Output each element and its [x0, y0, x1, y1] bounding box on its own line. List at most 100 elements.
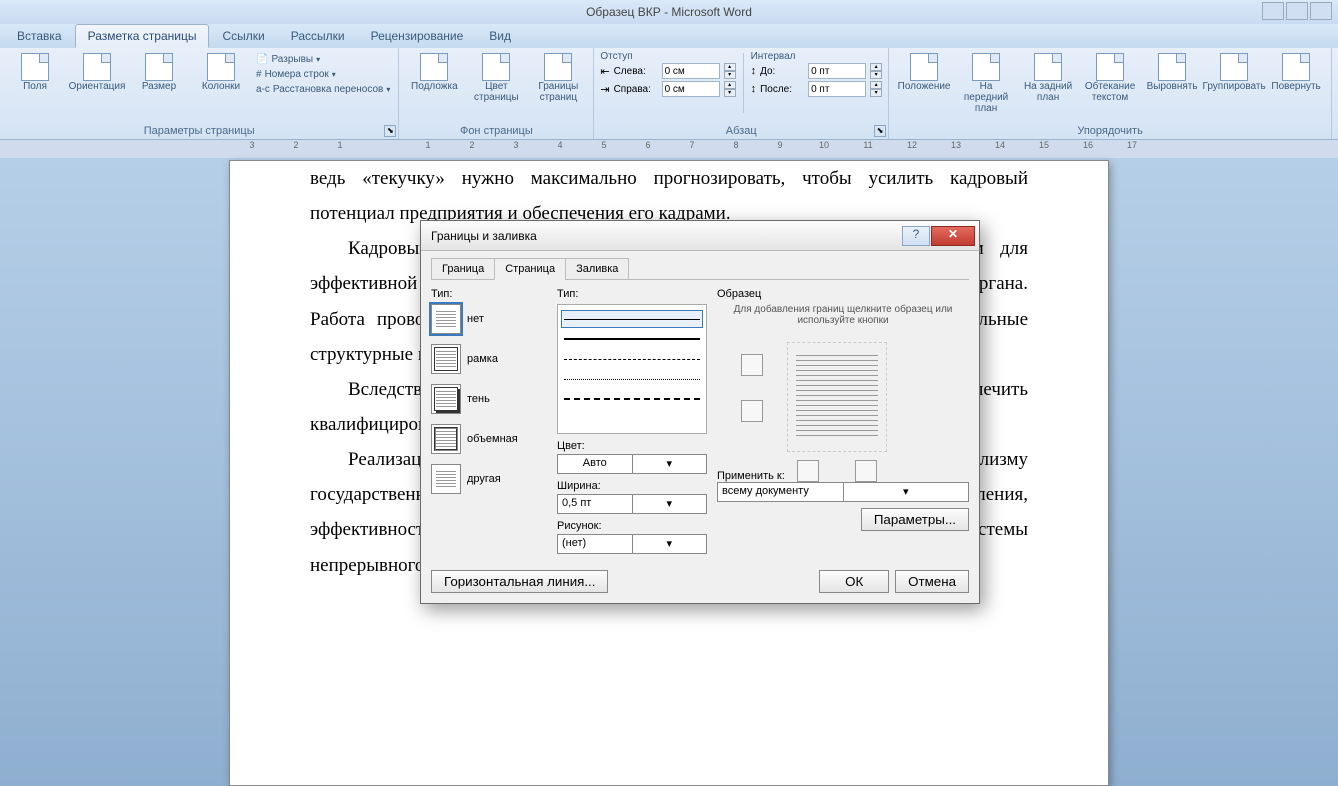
text-wrap-button[interactable]: Обтекание текстом — [1081, 51, 1139, 105]
size-button[interactable]: Размер — [130, 51, 188, 94]
border-left-button[interactable] — [797, 460, 819, 482]
spin-up-icon[interactable]: ▴ — [724, 63, 736, 71]
page-borders-icon — [544, 53, 572, 81]
position-icon — [910, 53, 938, 81]
columns-button[interactable]: Колонки — [192, 51, 250, 94]
chevron-down-icon: ▾ — [632, 495, 707, 513]
group-label: Фон страницы — [405, 123, 587, 137]
tab-insert[interactable]: Вставка — [4, 24, 75, 48]
spacing-before-icon: ↕ — [751, 65, 757, 77]
style-item[interactable] — [561, 330, 703, 348]
help-icon[interactable]: ? — [902, 226, 930, 246]
group-paragraph: Отступ ⇤ Слева: ▴▾ ⇥ Справа: ▴▾ Интервал — [594, 48, 889, 139]
spin-down-icon[interactable]: ▾ — [724, 71, 736, 79]
indent-left-label: Слева: — [614, 66, 658, 77]
group-page-background: Подложка Цвет страницы Границы страниц Ф… — [399, 48, 594, 139]
send-to-back-button[interactable]: На задний план — [1019, 51, 1077, 105]
maximize-icon[interactable] — [1286, 2, 1308, 20]
spin-down-icon[interactable]: ▾ — [724, 89, 736, 97]
close-icon[interactable] — [1310, 2, 1332, 20]
border-right-button[interactable] — [855, 460, 877, 482]
color-label: Цвет: — [557, 440, 707, 452]
orientation-button[interactable]: Ориентация — [68, 51, 126, 94]
spacing-before-input[interactable] — [808, 63, 866, 79]
options-button[interactable]: Параметры... — [861, 508, 969, 531]
borders-shading-dialog: Границы и заливка ? ✕ Граница Страница З… — [420, 220, 980, 604]
spin-down-icon[interactable]: ▾ — [870, 71, 882, 79]
style-label: Тип: — [557, 288, 707, 300]
spin-down-icon[interactable]: ▾ — [870, 89, 882, 97]
setting-3d-icon — [431, 424, 461, 454]
rotate-button[interactable]: Повернуть — [1267, 51, 1325, 94]
line-numbers-button[interactable]: #Номера строк▾ — [254, 68, 392, 81]
style-item[interactable] — [561, 390, 703, 408]
size-icon — [145, 53, 173, 81]
spin-up-icon[interactable]: ▴ — [724, 81, 736, 89]
position-button[interactable]: Положение — [895, 51, 953, 94]
setting-custom[interactable]: другая — [431, 464, 547, 494]
align-button[interactable]: Выровнять — [1143, 51, 1201, 94]
margins-button[interactable]: Поля — [6, 51, 64, 94]
hyphenation-button[interactable]: a-cРасстановка переносов▾ — [254, 83, 392, 96]
color-combo[interactable]: Авто▾ — [557, 454, 707, 474]
cancel-button[interactable]: Отмена — [895, 570, 969, 593]
tab-border[interactable]: Граница — [431, 258, 495, 280]
spin-up-icon[interactable]: ▴ — [870, 63, 882, 71]
apply-to-combo[interactable]: всему документу▾ — [717, 482, 969, 502]
horizontal-line-button[interactable]: Горизонтальная линия... — [431, 570, 608, 593]
tab-view[interactable]: Вид — [476, 24, 524, 48]
group-label: Абзац — [600, 123, 882, 137]
bring-front-icon — [972, 53, 1000, 81]
art-combo[interactable]: (нет)▾ — [557, 534, 707, 554]
spin-up-icon[interactable]: ▴ — [870, 81, 882, 89]
style-list[interactable] — [557, 304, 707, 434]
width-combo[interactable]: 0,5 пт▾ — [557, 494, 707, 514]
ok-button[interactable]: ОК — [819, 570, 889, 593]
spacing-title: Интервал — [751, 51, 883, 62]
apply-to-label: Применить к: — [717, 470, 785, 482]
border-bottom-button[interactable] — [741, 400, 763, 422]
dialog-title: Границы и заливка — [431, 229, 537, 243]
chevron-down-icon: ▾ — [632, 535, 707, 553]
tab-shading[interactable]: Заливка — [565, 258, 629, 280]
style-item[interactable] — [561, 310, 703, 328]
titlebar: Образец ВКР - Microsoft Word — [0, 0, 1338, 24]
indent-left-input[interactable] — [662, 63, 720, 79]
setting-shadow[interactable]: тень — [431, 384, 547, 414]
page-color-button[interactable]: Цвет страницы — [467, 51, 525, 105]
page-borders-button[interactable]: Границы страниц — [529, 51, 587, 105]
setting-none[interactable]: нет — [431, 304, 547, 334]
paragraph-launcher[interactable]: ⬊ — [874, 125, 886, 137]
spacing-after-label: После: — [760, 84, 804, 95]
bring-to-front-button[interactable]: На передний план — [957, 51, 1015, 116]
group-objects-button[interactable]: Группировать — [1205, 51, 1263, 94]
breaks-button[interactable]: 📄Разрывы▾ — [254, 53, 392, 66]
preview-area[interactable] — [717, 336, 969, 466]
spacing-after-input[interactable] — [808, 81, 866, 97]
minimize-icon[interactable] — [1262, 2, 1284, 20]
style-item[interactable] — [561, 370, 703, 388]
horizontal-ruler[interactable]: 3211234567891011121314151617 — [0, 140, 1338, 158]
setting-3d[interactable]: объемная — [431, 424, 547, 454]
spacing-after-icon: ↕ — [751, 83, 757, 95]
setting-box-icon — [431, 344, 461, 374]
tab-page-border[interactable]: Страница — [494, 258, 566, 280]
tab-review[interactable]: Рецензирование — [358, 24, 477, 48]
watermark-icon — [420, 53, 448, 81]
send-back-icon — [1034, 53, 1062, 81]
setting-label: Тип: — [431, 288, 547, 300]
indent-right-input[interactable] — [662, 81, 720, 97]
width-label: Ширина: — [557, 480, 707, 492]
tab-mailings[interactable]: Рассылки — [278, 24, 358, 48]
page-color-icon — [482, 53, 510, 81]
dialog-titlebar[interactable]: Границы и заливка ? ✕ — [421, 221, 979, 251]
setting-box[interactable]: рамка — [431, 344, 547, 374]
style-item[interactable] — [561, 350, 703, 368]
tab-page-layout[interactable]: Разметка страницы — [75, 24, 210, 48]
border-top-button[interactable] — [741, 354, 763, 376]
indent-right-label: Справа: — [614, 84, 658, 95]
page-setup-launcher[interactable]: ⬊ — [384, 125, 396, 137]
watermark-button[interactable]: Подложка — [405, 51, 463, 94]
tab-references[interactable]: Ссылки — [209, 24, 277, 48]
close-icon[interactable]: ✕ — [931, 226, 975, 246]
